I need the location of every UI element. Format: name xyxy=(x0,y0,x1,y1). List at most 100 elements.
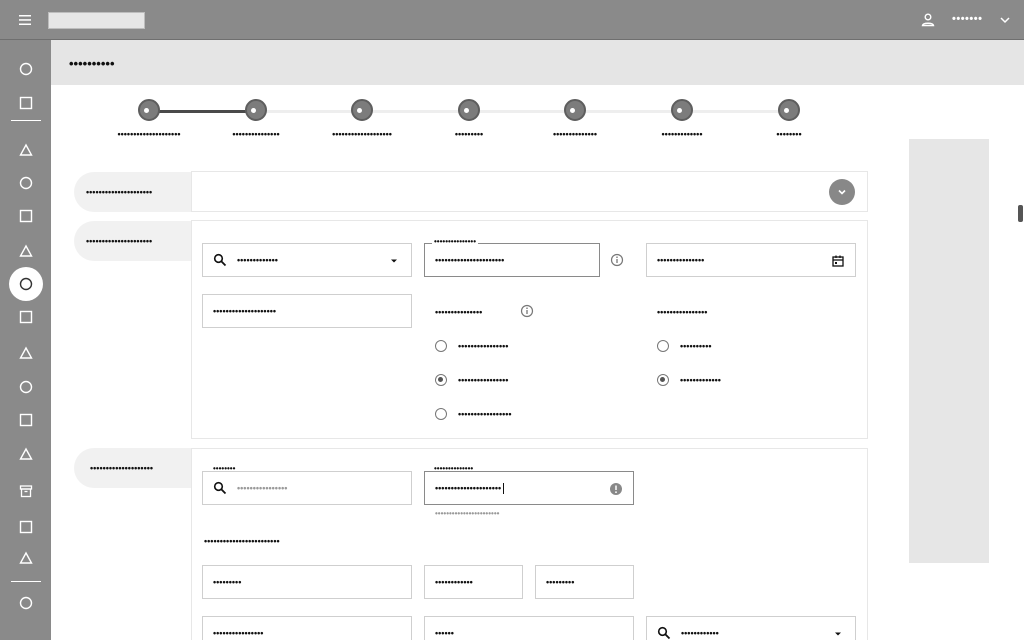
labeled-input-label: ••••••••••••••• xyxy=(432,237,479,246)
dropdown-arrow-icon xyxy=(391,259,397,263)
nav-item-11[interactable] xyxy=(9,403,43,437)
step-label: •••••••••••••• xyxy=(552,129,598,139)
subsection-heading: •••••••••••••••••••••••• xyxy=(204,536,280,546)
info-icon[interactable] xyxy=(520,304,534,318)
square-icon xyxy=(19,413,33,427)
row2-search-select[interactable]: •••••••••••• xyxy=(646,616,856,640)
step-5[interactable]: •••••••••••••• xyxy=(515,99,635,139)
nav-item-6[interactable] xyxy=(9,234,43,268)
row2-field-2[interactable]: •••••• xyxy=(424,616,634,640)
radio-label: •••••••••••••••• xyxy=(458,375,509,385)
search-input-placeholder: •••••••••••••••• xyxy=(237,483,288,493)
row1-field-2[interactable]: •••••••••••• xyxy=(424,565,523,599)
nav-item-14[interactable] xyxy=(9,510,43,544)
radio-circle[interactable] xyxy=(435,408,447,420)
radio-label: •••••••••••••••• xyxy=(458,341,509,351)
radio-group-b-label: •••••••••••••••• xyxy=(657,307,708,317)
error-input[interactable]: ••••••••••••••••••••• xyxy=(424,471,634,505)
square-icon xyxy=(19,96,33,110)
step-2[interactable]: ••••••••••••••• xyxy=(196,99,316,139)
nav-item-5[interactable] xyxy=(9,199,43,233)
step-4[interactable]: ••••••••• xyxy=(409,99,529,139)
nav-item-2[interactable] xyxy=(9,86,43,120)
step-label: ••••••••••••• xyxy=(661,129,703,139)
nav-item-7-active[interactable] xyxy=(9,267,43,301)
scrollbar-thumb[interactable] xyxy=(1018,205,1023,222)
nav-item-12[interactable] xyxy=(9,437,43,471)
nav-item-13[interactable] xyxy=(9,474,43,508)
section-3-label: •••••••••••••••••••• xyxy=(90,463,154,473)
radio-option-b1[interactable]: •••••••••• xyxy=(657,340,712,352)
nav-item-8[interactable] xyxy=(9,300,43,334)
expand-button[interactable] xyxy=(829,179,855,205)
radio-circle[interactable] xyxy=(657,340,669,352)
row1-field-3[interactable]: ••••••••• xyxy=(535,565,634,599)
date-input[interactable]: ••••••••••••••• xyxy=(646,243,856,277)
radio-circle-checked[interactable] xyxy=(435,374,447,386)
archive-icon xyxy=(19,485,33,498)
text-input[interactable]: •••••••••••••••••••• xyxy=(202,294,412,328)
radio-circle[interactable] xyxy=(435,340,447,352)
nav-item-15[interactable] xyxy=(9,541,43,575)
radio-option-a2[interactable]: •••••••••••••••• xyxy=(435,374,508,386)
nav-divider xyxy=(11,120,41,121)
row2-field-1[interactable]: •••••••••••••••• xyxy=(202,616,412,640)
step-1[interactable]: •••••••••••••••••••• xyxy=(89,99,209,139)
section-1-tab[interactable]: ••••••••••••••••••••• xyxy=(74,172,192,212)
step-indicator xyxy=(138,99,160,121)
triangle-icon xyxy=(19,346,33,359)
labeled-input[interactable]: •••••••••••••••••••••• xyxy=(424,243,600,277)
square-icon xyxy=(19,310,33,324)
search-icon xyxy=(213,253,227,267)
row2-field-1-value: •••••••••••••••• xyxy=(213,628,264,638)
row1-field-3-value: ••••••••• xyxy=(546,577,575,587)
step-7[interactable]: •••••••• xyxy=(729,99,849,139)
row2-search-select-value: •••••••••••• xyxy=(681,628,719,638)
radio-option-a1[interactable]: •••••••••••••••• xyxy=(435,340,508,352)
menu-button[interactable] xyxy=(12,10,38,30)
step-3[interactable]: ••••••••••••••••••• xyxy=(302,99,422,139)
section-3-tab[interactable]: •••••••••••••••••••• xyxy=(74,448,192,488)
date-input-value: ••••••••••••••• xyxy=(657,255,705,265)
radio-group-a-label: ••••••••••••••• xyxy=(435,307,483,317)
chevron-down-icon[interactable] xyxy=(998,13,1012,27)
radio-circle-checked[interactable] xyxy=(657,374,669,386)
triangle-icon xyxy=(19,551,33,564)
user-name[interactable]: ••••••• xyxy=(952,13,982,25)
triangle-icon xyxy=(19,143,33,156)
nav-item-1[interactable] xyxy=(9,52,43,86)
search-select[interactable]: ••••••••••••• xyxy=(202,243,412,277)
radio-option-b2[interactable]: ••••••••••••• xyxy=(657,374,721,386)
section-2-tab[interactable]: ••••••••••••••••••••• xyxy=(74,221,192,261)
circle-icon xyxy=(19,380,33,394)
radio-label: ••••••••••••• xyxy=(680,375,721,385)
step-indicator xyxy=(245,99,267,121)
person-icon[interactable] xyxy=(920,12,936,28)
radio-option-a3[interactable]: ••••••••••••••••• xyxy=(435,408,512,420)
search-icon xyxy=(213,481,227,495)
search-input[interactable]: •••••••••••••••• xyxy=(202,471,412,505)
progress-stepper: •••••••••••••••••••• ••••••••••••••• •••… xyxy=(51,85,911,155)
triangle-icon xyxy=(19,447,33,460)
calendar-icon[interactable] xyxy=(831,254,845,268)
step-label: ••••••••••••••••••• xyxy=(332,129,392,139)
triangle-icon xyxy=(19,244,33,257)
step-6[interactable]: ••••••••••••• xyxy=(622,99,742,139)
app-logo[interactable] xyxy=(48,12,145,29)
row1-field-1[interactable]: ••••••••• xyxy=(202,565,412,599)
nav-item-4[interactable] xyxy=(9,166,43,200)
hamburger-icon xyxy=(19,15,31,25)
info-icon[interactable] xyxy=(610,253,624,267)
search-select-value: ••••••••••••• xyxy=(237,255,278,265)
nav-item-16[interactable] xyxy=(9,586,43,620)
chevron-down-icon xyxy=(838,189,846,195)
row2-field-2-value: •••••• xyxy=(435,628,454,638)
nav-item-3[interactable] xyxy=(9,133,43,167)
step-label: ••••••••• xyxy=(454,129,484,139)
nav-item-9[interactable] xyxy=(9,336,43,370)
search-icon xyxy=(657,626,671,640)
nav-item-10[interactable] xyxy=(9,370,43,404)
page-header: •••••••••• xyxy=(51,40,1024,85)
step-indicator xyxy=(564,99,586,121)
nav-divider xyxy=(11,581,41,582)
